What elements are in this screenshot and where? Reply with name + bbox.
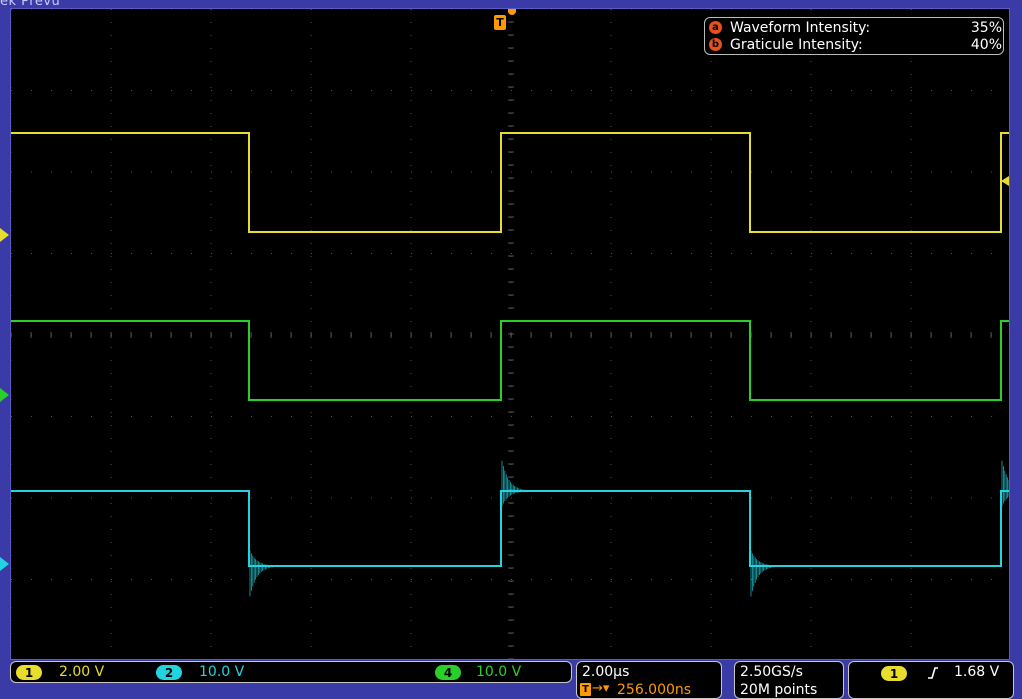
status-bar: 1 2.00 V 2 10.0 V 4 10.0 V 2.00µs T →▾ 2…	[0, 660, 1022, 699]
waveform-display[interactable]: T	[10, 8, 1010, 660]
ch1-ground-marker[interactable]	[0, 228, 9, 242]
ch2-ringing	[249, 460, 1009, 597]
ch1-scale[interactable]: 2.00 V	[59, 664, 104, 680]
trigger-box[interactable]: 1 1.68 V	[848, 661, 1014, 699]
trigger-level-arrow[interactable]	[1001, 176, 1009, 186]
graticule-intensity-value: 40%	[970, 36, 1002, 53]
trigger-position-marker[interactable]: T	[494, 15, 506, 30]
rising-edge-icon	[928, 667, 938, 679]
waveform-graticule	[11, 9, 1009, 659]
horizontal-box[interactable]: 2.00µs T →▾ 256.000ns	[576, 661, 722, 699]
record-length: 20M points	[740, 682, 818, 698]
ch2-ground-marker[interactable]	[0, 557, 9, 571]
graticule-grid	[11, 9, 992, 659]
graticule-intensity-knob-badge: b	[709, 38, 722, 51]
graticule-intensity-label: Graticule Intensity:	[730, 36, 863, 53]
ch2-scale[interactable]: 10.0 V	[199, 664, 244, 680]
ch1-badge[interactable]: 1	[16, 665, 42, 680]
horizontal-scale[interactable]: 2.00µs	[582, 664, 629, 680]
trigger-level[interactable]: 1.68 V	[954, 664, 999, 680]
ch4-scale[interactable]: 10.0 V	[476, 664, 521, 680]
trigger-t-icon: T	[580, 683, 591, 696]
horizontal-position[interactable]: 256.000ns	[617, 682, 691, 698]
sample-rate: 2.50GS/s	[740, 664, 803, 680]
ch4-badge[interactable]: 4	[435, 665, 461, 680]
trigger-source-badge[interactable]: 1	[881, 666, 907, 681]
waveform-intensity-knob-badge: a	[709, 21, 722, 34]
intensity-popup: a Waveform Intensity: 35% b Graticule In…	[704, 17, 1004, 55]
arrow-down-icon: →▾	[592, 681, 610, 696]
channel-scale-box[interactable]: 1 2.00 V 2 10.0 V 4 10.0 V	[10, 661, 572, 683]
acquisition-box[interactable]: 2.50GS/s 20M points	[734, 661, 844, 699]
ch2-badge[interactable]: 2	[156, 665, 182, 680]
trigger-position-label: T	[496, 16, 504, 29]
waveform-intensity-value: 35%	[970, 19, 1002, 36]
waveform-intensity-label: Waveform Intensity:	[730, 19, 871, 36]
ch4-ground-marker[interactable]	[0, 388, 9, 402]
